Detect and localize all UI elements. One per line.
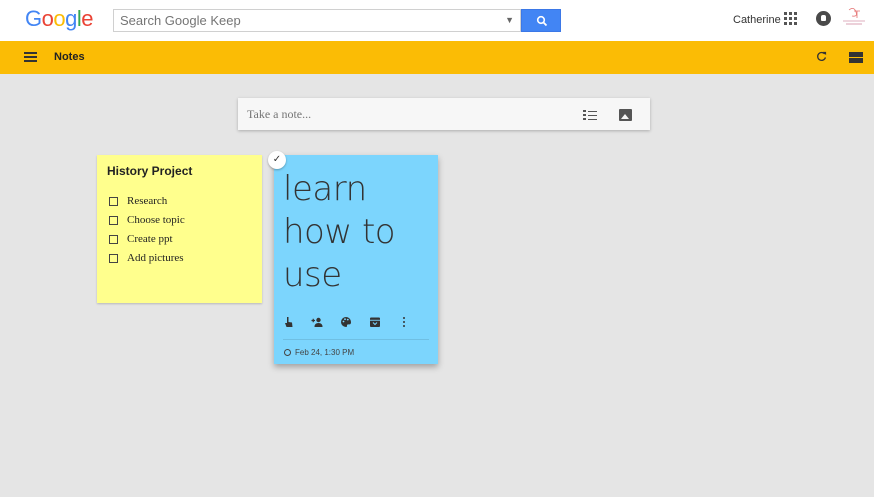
reminder-icon[interactable]: [283, 315, 295, 327]
google-bar: Google ▼ Catherine: [0, 0, 874, 41]
archive-icon[interactable]: [369, 315, 381, 327]
reminder-text: Feb 24, 1:30 PM: [295, 348, 355, 357]
view-toggle-icon[interactable]: [849, 52, 863, 63]
user-name[interactable]: Catherine: [733, 14, 781, 26]
search-input[interactable]: [114, 10, 484, 31]
note-toolbar: [283, 315, 423, 329]
logo-letter: G: [25, 6, 42, 31]
google-logo[interactable]: Google: [25, 6, 94, 32]
logo-letter: e: [81, 6, 94, 31]
reminder-chip[interactable]: Feb 24, 1:30 PM: [284, 348, 354, 357]
checkbox[interactable]: [109, 216, 118, 225]
select-note-checkmark-icon[interactable]: ✓: [268, 151, 286, 169]
note-card-learn[interactable]: learn how to use Feb 24, 1:30 PM: [274, 155, 438, 364]
refresh-icon[interactable]: [816, 50, 827, 65]
more-icon[interactable]: [398, 315, 410, 327]
logo-letter: o: [53, 6, 66, 31]
avatar[interactable]: [840, 7, 868, 33]
checklist-icon[interactable]: [583, 110, 597, 121]
checkbox[interactable]: [109, 254, 118, 263]
search-dropdown-icon[interactable]: ▼: [505, 15, 514, 25]
checklist-item-label: Add pictures: [127, 252, 184, 264]
note-body: learn how to use: [283, 169, 396, 295]
app-bar: Notes: [0, 41, 874, 74]
take-note-input[interactable]: [247, 105, 547, 123]
notifications-icon[interactable]: [816, 11, 831, 26]
logo-letter: o: [41, 6, 54, 31]
checkbox[interactable]: [109, 197, 118, 206]
note-title: History Project: [107, 164, 193, 178]
search-button[interactable]: [521, 9, 561, 32]
checklist-item-label: Research: [127, 195, 168, 207]
search-icon: [536, 15, 548, 27]
logo-letter: g: [65, 6, 77, 31]
divider: [283, 339, 429, 340]
palette-icon[interactable]: [340, 315, 352, 327]
checklist-item-label: Create ppt: [127, 233, 173, 245]
checklist-item-label: Choose topic: [127, 214, 185, 226]
apps-grid-icon[interactable]: [784, 12, 799, 27]
menu-icon[interactable]: [24, 52, 37, 62]
clock-icon: [284, 349, 291, 356]
page-title: Notes: [54, 51, 85, 63]
checkbox[interactable]: [109, 235, 118, 244]
image-icon[interactable]: [619, 109, 632, 121]
search-box: ▼: [113, 9, 521, 32]
collaborator-icon[interactable]: [311, 315, 323, 327]
note-card-history[interactable]: History Project Research Choose topic Cr…: [97, 155, 262, 303]
